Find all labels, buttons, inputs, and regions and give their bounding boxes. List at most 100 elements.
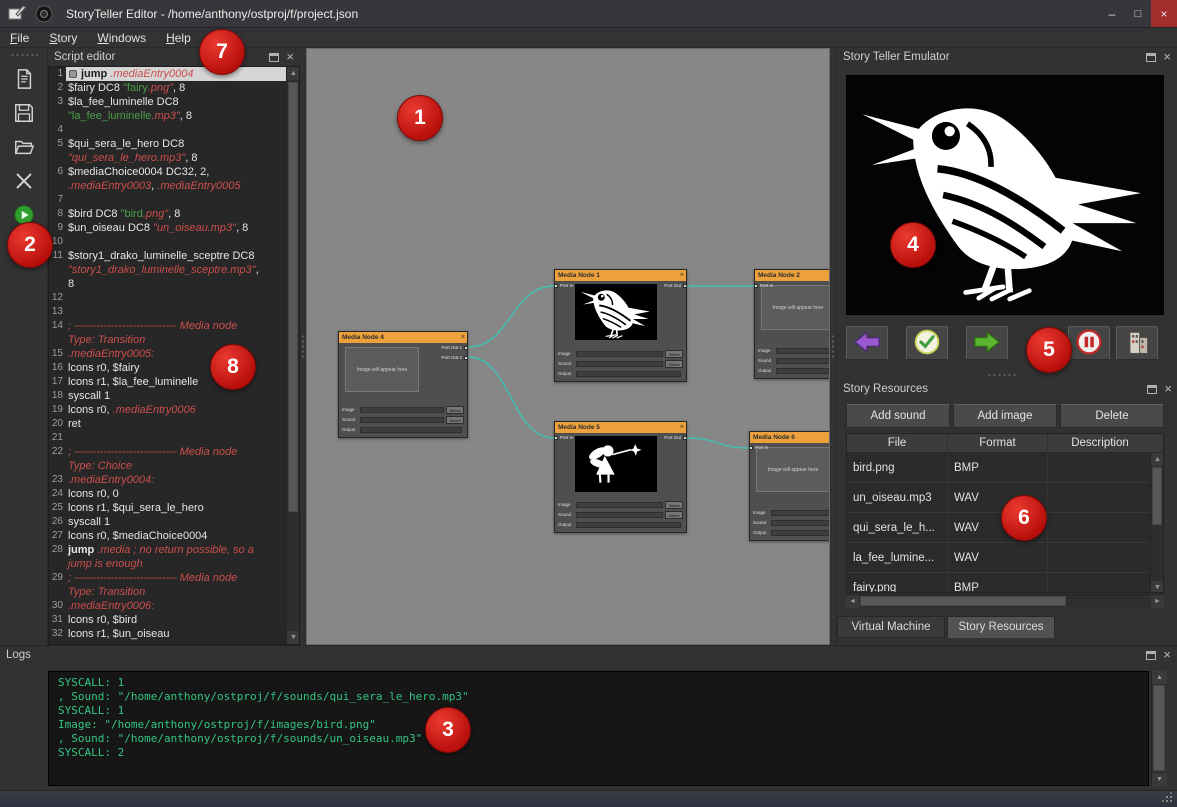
script-row[interactable]: 15.mediaEntry0005: — [49, 347, 299, 361]
script-row[interactable]: 29; ---------------------------- Media n… — [49, 571, 299, 585]
back-button[interactable] — [846, 326, 888, 360]
media-node[interactable]: Media Node 4×Image will appear herePort … — [338, 331, 468, 438]
scroll-thumb[interactable] — [860, 596, 1066, 606]
add-image-button[interactable]: Add image — [953, 404, 1057, 428]
forward-button[interactable] — [966, 326, 1008, 360]
toolbar-new-script-button[interactable] — [9, 66, 39, 94]
script-row[interactable]: 10 — [49, 235, 299, 249]
select-button[interactable]: Select — [446, 416, 464, 424]
scroll-down-arrow[interactable]: ▼ — [287, 631, 300, 644]
scroll-up-arrow[interactable]: ▲ — [1151, 453, 1164, 466]
float-panel-icon[interactable] — [269, 53, 279, 62]
script-row[interactable]: 4 — [49, 123, 299, 137]
scroll-left-arrow[interactable]: ◄ — [846, 595, 859, 608]
toolbar-drag-handle[interactable] — [10, 53, 38, 57]
script-row[interactable]: 3$la_fee_luminelle DC8 — [49, 95, 299, 109]
scroll-down-arrow[interactable]: ▼ — [1151, 581, 1164, 593]
toolbar-delete-button[interactable] — [9, 168, 39, 196]
port-out[interactable]: Port Out — [664, 435, 687, 440]
menu-item-help[interactable]: Help — [156, 31, 201, 45]
table-row[interactable]: la_fee_lumine...WAV — [847, 543, 1163, 573]
media-node[interactable]: Media Node 6×Image will appear herePort … — [749, 431, 830, 541]
select-button[interactable]: Select — [665, 350, 683, 358]
script-row[interactable]: 22; ---------------------------- Media n… — [49, 445, 299, 459]
scroll-right-arrow[interactable]: ► — [1151, 595, 1164, 608]
toolbar-open-button[interactable] — [9, 134, 39, 162]
script-row[interactable]: 8$bird DC8 "bird.png", 8 — [49, 207, 299, 221]
script-row[interactable]: 11$story1_drako_luminelle_sceptre DC8 — [49, 249, 299, 263]
port-out[interactable]: Port Out 1 — [441, 345, 468, 350]
media-node[interactable]: Media Node 5×Port InPort OutImageSelectS… — [554, 421, 687, 533]
scroll-up-arrow[interactable]: ▲ — [287, 67, 300, 80]
select-button[interactable]: Select — [446, 406, 464, 414]
node-title-bar[interactable]: Media Node 4× — [339, 332, 467, 343]
minimize-button[interactable]: – — [1099, 0, 1125, 27]
node-close-icon[interactable]: × — [459, 334, 467, 341]
script-row[interactable]: 12 — [49, 291, 299, 305]
port-pin-icon[interactable] — [464, 346, 468, 350]
maximize-button[interactable]: □ — [1125, 0, 1151, 27]
close-button[interactable]: × — [1151, 0, 1177, 27]
node-close-icon[interactable]: × — [678, 272, 686, 279]
select-button[interactable]: Select — [665, 360, 683, 368]
float-panel-icon[interactable] — [1146, 651, 1156, 660]
close-panel-icon[interactable]: × — [1164, 384, 1172, 394]
script-row[interactable]: 18syscall 1 — [49, 389, 299, 403]
table-row[interactable]: fairy.pngBMP — [847, 573, 1163, 593]
port-pin-icon[interactable] — [749, 446, 753, 450]
script-row[interactable]: jump is enough — [49, 557, 299, 571]
float-panel-icon[interactable] — [1146, 53, 1156, 62]
column-header-description[interactable]: Description — [1048, 434, 1152, 452]
script-editor[interactable]: 1jump .mediaEntry00042$fairy DC8 "fairy.… — [48, 66, 300, 645]
select-button[interactable]: Select — [665, 511, 683, 519]
script-row[interactable]: 31lcons r0, $bird — [49, 613, 299, 627]
port-pin-icon[interactable] — [683, 284, 687, 288]
splitter-handle-left[interactable] — [301, 334, 305, 360]
port-pin-icon[interactable] — [554, 436, 558, 440]
pause-button[interactable] — [1068, 326, 1110, 360]
emulator-splitter-handle[interactable] — [987, 373, 1017, 377]
media-node[interactable]: Media Node 2×Image will appear herePort … — [754, 269, 830, 379]
port-pin-icon[interactable] — [754, 284, 758, 288]
close-panel-icon[interactable]: × — [1163, 52, 1171, 62]
scroll-down-arrow[interactable]: ▼ — [1152, 773, 1167, 786]
title-bar[interactable]: StoryTeller Editor - /home/anthony/ostpr… — [0, 0, 1177, 28]
script-row[interactable]: 13 — [49, 305, 299, 319]
float-panel-icon[interactable] — [1147, 385, 1157, 394]
close-panel-icon[interactable]: × — [286, 52, 294, 62]
script-row[interactable]: 5$qui_sera_le_hero DC8 — [49, 137, 299, 151]
scroll-thumb[interactable] — [288, 82, 298, 512]
script-editor-scrollbar[interactable]: ▲ ▼ — [286, 67, 299, 644]
script-row[interactable]: 6$mediaChoice0004 DC32, 2, — [49, 165, 299, 179]
delete-button[interactable]: Delete — [1060, 404, 1164, 428]
scroll-up-arrow[interactable]: ▲ — [1152, 671, 1167, 684]
add-sound-button[interactable]: Add sound — [846, 404, 950, 428]
node-title-bar[interactable]: Media Node 6× — [750, 432, 830, 443]
script-row[interactable]: 24lcons r0, 0 — [49, 487, 299, 501]
node-close-icon[interactable]: × — [678, 424, 686, 431]
script-row[interactable]: 32lcons r1, $un_oiseau — [49, 627, 299, 641]
script-row[interactable]: 1jump .mediaEntry0004 — [49, 67, 299, 81]
script-row[interactable]: 26syscall 1 — [49, 515, 299, 529]
script-row[interactable]: 19lcons r0, .mediaEntry0006 — [49, 403, 299, 417]
tab-story-resources[interactable]: Story Resources — [947, 616, 1055, 638]
script-row[interactable]: 28jump .media ; no return possible, so a — [49, 543, 299, 557]
script-row[interactable]: 8 — [49, 277, 299, 291]
port-in[interactable]: Port In — [749, 445, 768, 450]
home-button[interactable] — [1116, 326, 1158, 360]
table-vscrollbar[interactable]: ▲ ▼ — [1150, 453, 1163, 593]
script-row[interactable]: 27lcons r0, $mediaChoice0004 — [49, 529, 299, 543]
node-title-bar[interactable]: Media Node 2× — [755, 270, 830, 281]
script-row[interactable]: 20ret — [49, 417, 299, 431]
column-header-file[interactable]: File — [847, 434, 948, 452]
port-in[interactable]: Port In — [754, 283, 773, 288]
scroll-thumb[interactable] — [1152, 467, 1162, 525]
scroll-thumb[interactable] — [1153, 685, 1165, 771]
script-row[interactable]: .mediaEntry0003, .mediaEntry0005 — [49, 179, 299, 193]
port-pin-icon[interactable] — [683, 436, 687, 440]
script-row[interactable]: 9$un_oiseau DC8 "un_oiseau.mp3", 8 — [49, 221, 299, 235]
table-hscrollbar[interactable]: ◄ ► — [846, 594, 1164, 607]
port-out[interactable]: Port Out 2 — [441, 355, 468, 360]
script-row[interactable]: "la_fee_luminelle.mp3", 8 — [49, 109, 299, 123]
script-row[interactable]: 21 — [49, 431, 299, 445]
